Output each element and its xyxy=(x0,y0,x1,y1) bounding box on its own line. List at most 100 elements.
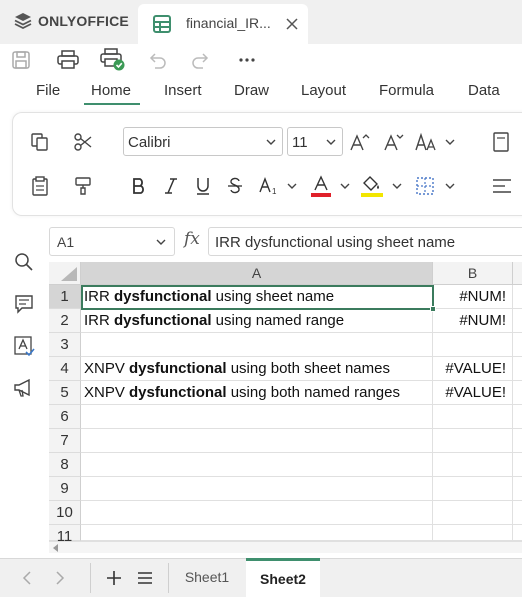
add-sheet-icon[interactable] xyxy=(106,570,122,586)
row-header[interactable]: 9 xyxy=(49,477,81,501)
strikethrough-button[interactable] xyxy=(222,173,248,199)
tab-formula[interactable]: Formula xyxy=(379,82,434,104)
chevron-right-icon[interactable] xyxy=(55,571,65,585)
cell-b[interactable] xyxy=(433,477,513,501)
cell-c[interactable] xyxy=(513,405,522,429)
tab-layout[interactable]: Layout xyxy=(301,82,346,104)
cell-a[interactable]: IRR dysfunctional using named range xyxy=(81,309,433,333)
cell-c[interactable] xyxy=(513,333,522,357)
cell-b[interactable]: #VALUE! xyxy=(433,381,513,405)
cell-c[interactable] xyxy=(513,381,522,405)
chevron-down-icon[interactable] xyxy=(445,183,455,190)
cell-a[interactable] xyxy=(81,501,433,525)
paste-special-button[interactable] xyxy=(488,129,514,155)
cell-c[interactable] xyxy=(513,453,522,477)
copy-button[interactable] xyxy=(27,129,53,155)
font-color-button[interactable] xyxy=(308,173,334,199)
comments-button[interactable] xyxy=(12,292,36,316)
tab-data[interactable]: Data xyxy=(468,82,500,104)
chevron-left-icon[interactable] xyxy=(22,571,32,585)
cell-c[interactable] xyxy=(513,477,522,501)
fill-handle[interactable] xyxy=(430,306,436,312)
font-name-select[interactable]: Calibri xyxy=(123,127,283,156)
sheet-tab-sheet2[interactable]: Sheet2 xyxy=(246,558,320,597)
cut-button[interactable] xyxy=(70,129,96,155)
print-button[interactable] xyxy=(53,46,83,74)
undo-button[interactable] xyxy=(142,46,172,74)
document-tab[interactable]: financial_IR... xyxy=(138,4,308,44)
cell-c[interactable] xyxy=(513,525,522,541)
tab-home[interactable]: Home xyxy=(91,82,131,104)
formula-input[interactable]: IRR dysfunctional using sheet name xyxy=(208,227,522,256)
format-painter-button[interactable] xyxy=(70,173,96,199)
change-case-button[interactable] xyxy=(414,129,440,155)
increase-font-button[interactable] xyxy=(347,129,373,155)
cell-c[interactable] xyxy=(513,309,522,333)
chevron-down-icon[interactable] xyxy=(392,183,402,190)
more-options-button[interactable] xyxy=(232,46,262,74)
cell-c[interactable] xyxy=(513,501,522,525)
chevron-down-icon[interactable] xyxy=(287,183,297,190)
cell-a[interactable]: XNPV dysfunctional using both named rang… xyxy=(81,381,433,405)
column-header-a[interactable]: A xyxy=(81,262,433,285)
row-header[interactable]: 5 xyxy=(49,381,81,405)
cell-a[interactable] xyxy=(81,477,433,501)
row-header[interactable]: 3 xyxy=(49,333,81,357)
row-header[interactable]: 6 xyxy=(49,405,81,429)
name-box[interactable]: A1 xyxy=(49,227,175,256)
cell-b[interactable]: #NUM! xyxy=(433,285,513,309)
cell-a[interactable] xyxy=(81,333,433,357)
spellcheck-button[interactable] xyxy=(12,334,36,358)
search-button[interactable] xyxy=(12,250,36,274)
close-icon[interactable] xyxy=(286,18,298,30)
cell-b[interactable] xyxy=(433,429,513,453)
row-header[interactable]: 7 xyxy=(49,429,81,453)
quick-print-button[interactable] xyxy=(98,46,128,74)
tab-insert[interactable]: Insert xyxy=(164,82,202,104)
cell-a[interactable]: IRR dysfunctional using sheet name xyxy=(81,285,433,309)
row-header[interactable]: 8 xyxy=(49,453,81,477)
cell-a[interactable] xyxy=(81,405,433,429)
save-button[interactable] xyxy=(6,46,36,74)
cell-a[interactable] xyxy=(81,453,433,477)
row-header[interactable]: 2 xyxy=(49,309,81,333)
select-all-corner[interactable] xyxy=(49,262,81,285)
row-header[interactable]: 1 xyxy=(49,285,81,309)
feedback-button[interactable] xyxy=(12,376,36,400)
cell-b[interactable]: #VALUE! xyxy=(433,357,513,381)
cell-c[interactable] xyxy=(513,357,522,381)
cell-a[interactable] xyxy=(81,525,433,541)
cell-b[interactable] xyxy=(433,453,513,477)
cell-b[interactable] xyxy=(433,501,513,525)
decrease-font-button[interactable] xyxy=(381,129,407,155)
column-header-b[interactable]: B xyxy=(433,262,513,285)
insert-function-button[interactable]: fx xyxy=(184,229,200,249)
cell-c[interactable] xyxy=(513,429,522,453)
borders-button[interactable] xyxy=(412,173,438,199)
tab-file[interactable]: File xyxy=(36,82,60,104)
fill-color-button[interactable] xyxy=(359,173,385,199)
chevron-down-icon[interactable] xyxy=(340,183,350,190)
font-size-select[interactable]: 11 xyxy=(287,127,343,156)
chevron-down-icon[interactable] xyxy=(445,139,455,146)
row-header[interactable]: 11 xyxy=(49,525,81,545)
cell-b[interactable]: #NUM! xyxy=(433,309,513,333)
row-header[interactable]: 4 xyxy=(49,357,81,381)
bold-button[interactable] xyxy=(126,173,152,199)
italic-button[interactable] xyxy=(158,173,184,199)
cell-b[interactable] xyxy=(433,333,513,357)
cell-a[interactable] xyxy=(81,429,433,453)
subscript-button[interactable]: 1 xyxy=(256,173,282,199)
paste-button[interactable] xyxy=(27,173,53,199)
cell-b[interactable] xyxy=(433,405,513,429)
row-header[interactable]: 10 xyxy=(49,501,81,525)
cell-c[interactable] xyxy=(513,285,522,309)
sheet-list-icon[interactable] xyxy=(137,570,153,586)
underline-button[interactable] xyxy=(190,173,216,199)
cell-a[interactable]: XNPV dysfunctional using both sheet name… xyxy=(81,357,433,381)
align-left-button[interactable] xyxy=(489,173,515,199)
redo-button[interactable] xyxy=(186,46,216,74)
horizontal-scrollbar[interactable] xyxy=(49,541,522,553)
column-header-next[interactable] xyxy=(513,262,522,285)
sheet-tab-sheet1[interactable]: Sheet1 xyxy=(170,558,244,597)
